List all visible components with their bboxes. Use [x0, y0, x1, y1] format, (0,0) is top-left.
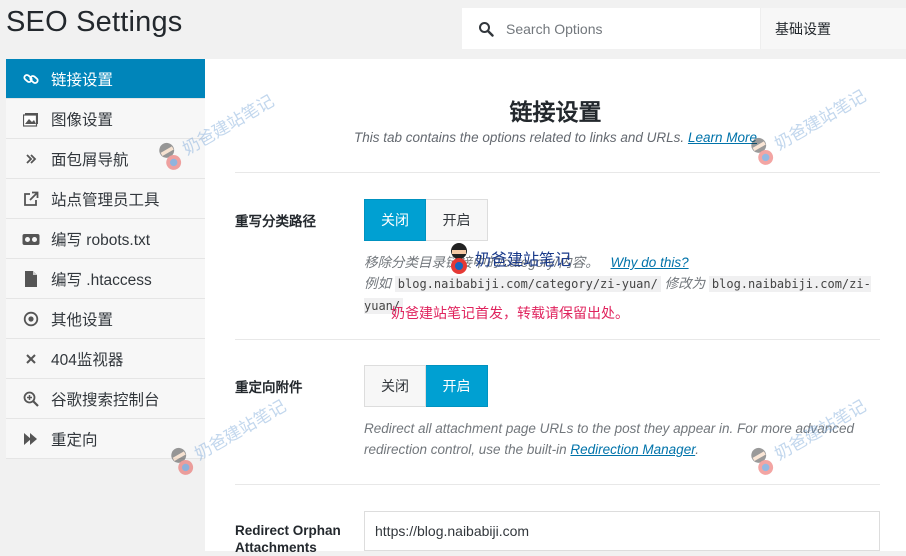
help-text: redirection control, use the built-in: [364, 442, 567, 457]
divider: [235, 484, 880, 485]
redirect-attachments-toggle[interactable]: 关闭 开启: [364, 365, 488, 407]
search-icon: [479, 21, 494, 37]
page-title: SEO Settings: [6, 6, 183, 38]
strip-category-on-option[interactable]: 开启: [426, 199, 488, 241]
watermark-badge: 奶爸建站笔记: [445, 242, 571, 274]
sidebar-item-404-monitor[interactable]: 404监视器: [6, 339, 205, 379]
redirection-manager-link[interactable]: Redirection Manager: [570, 442, 695, 457]
sidebar-item-breadcrumbs[interactable]: 面包屑导航: [6, 139, 205, 179]
redirect-attachments-on-option[interactable]: 开启: [426, 365, 488, 407]
double-chevron-icon: [22, 150, 40, 168]
image-icon: [22, 110, 40, 128]
example-url-before: blog.naibabiji.com/category/zi-yuan/: [394, 276, 661, 292]
sidebar: 链接设置 图像设置 面包屑导航 站点管理员工具 编写 robots.txt 编写…: [6, 59, 205, 459]
link-icon: [22, 70, 40, 88]
external-link-icon: [22, 190, 40, 208]
strip-category-label: 重写分类路径: [235, 214, 316, 229]
label-line: Redirect Orphan: [235, 523, 341, 538]
section-select[interactable]: 基础设置: [761, 8, 906, 49]
sidebar-item-search-console[interactable]: 谷歌搜索控制台: [6, 379, 205, 419]
sidebar-item-robots[interactable]: 编写 robots.txt: [6, 219, 205, 259]
robot-icon: [22, 230, 40, 248]
label-line: Attachments: [235, 540, 317, 555]
learn-more-link[interactable]: Learn More: [688, 130, 757, 145]
description-text: This tab contains the options related to…: [354, 130, 685, 145]
sidebar-item-label: 站点管理员工具: [51, 191, 160, 209]
top-bar: 基础设置: [462, 8, 906, 49]
redirect-attachments-off-option[interactable]: 关闭: [364, 365, 426, 407]
sidebar-item-links[interactable]: 链接设置: [6, 59, 205, 99]
sidebar-item-images[interactable]: 图像设置: [6, 99, 205, 139]
help-text: 例如: [364, 276, 391, 291]
avatar-icon: [451, 243, 467, 274]
file-icon: [22, 270, 40, 288]
redirect-orphan-url-input[interactable]: https://blog.naibabiji.com: [364, 511, 880, 551]
watermark-text: 奶爸建站笔记: [475, 252, 572, 269]
sidebar-item-label: 图像设置: [51, 111, 114, 129]
sidebar-item-label: 其他设置: [51, 311, 114, 329]
why-do-this-link[interactable]: Why do this?: [611, 255, 689, 270]
divider: [235, 339, 880, 340]
section-description: This tab contains the options related to…: [205, 130, 906, 145]
sidebar-item-label: 404监视器: [51, 351, 124, 369]
circle-dot-icon: [22, 310, 40, 328]
strip-category-toggle[interactable]: 关闭 开启: [364, 199, 488, 241]
redirect-attachments-help: Redirect all attachment page URLs to the…: [364, 418, 884, 460]
section-title: 链接设置: [509, 99, 602, 125]
sidebar-item-label: 编写 .htaccess: [51, 271, 152, 289]
sidebar-item-label: 编写 robots.txt: [51, 231, 151, 249]
help-text: 修改为: [664, 276, 706, 291]
redirect-attachments-label: 重定向附件: [235, 380, 303, 395]
search-box[interactable]: [462, 8, 761, 49]
main-panel: 链接设置 This tab contains the options relat…: [205, 59, 906, 555]
sidebar-item-label: 重定向: [51, 431, 98, 449]
strip-category-off-option[interactable]: 关闭: [364, 199, 426, 241]
copyright-note: 奶爸建站笔记首发，转载请保留出处。: [391, 305, 629, 321]
search-input[interactable]: [504, 19, 748, 38]
sidebar-item-label: 谷歌搜索控制台: [51, 391, 160, 409]
fast-forward-icon: [22, 430, 40, 448]
help-text: .: [695, 442, 699, 457]
zoom-icon: [22, 390, 40, 408]
sidebar-item-label: 面包屑导航: [51, 151, 129, 169]
close-icon: [22, 350, 40, 368]
sidebar-item-webmaster-tools[interactable]: 站点管理员工具: [6, 179, 205, 219]
sidebar-item-misc[interactable]: 其他设置: [6, 299, 205, 339]
sidebar-item-label: 链接设置: [51, 71, 114, 89]
help-text: Redirect all attachment page URLs to the…: [364, 421, 855, 436]
divider: [235, 172, 880, 173]
sidebar-item-htaccess[interactable]: 编写 .htaccess: [6, 259, 205, 299]
sidebar-item-redirections[interactable]: 重定向: [6, 419, 205, 459]
